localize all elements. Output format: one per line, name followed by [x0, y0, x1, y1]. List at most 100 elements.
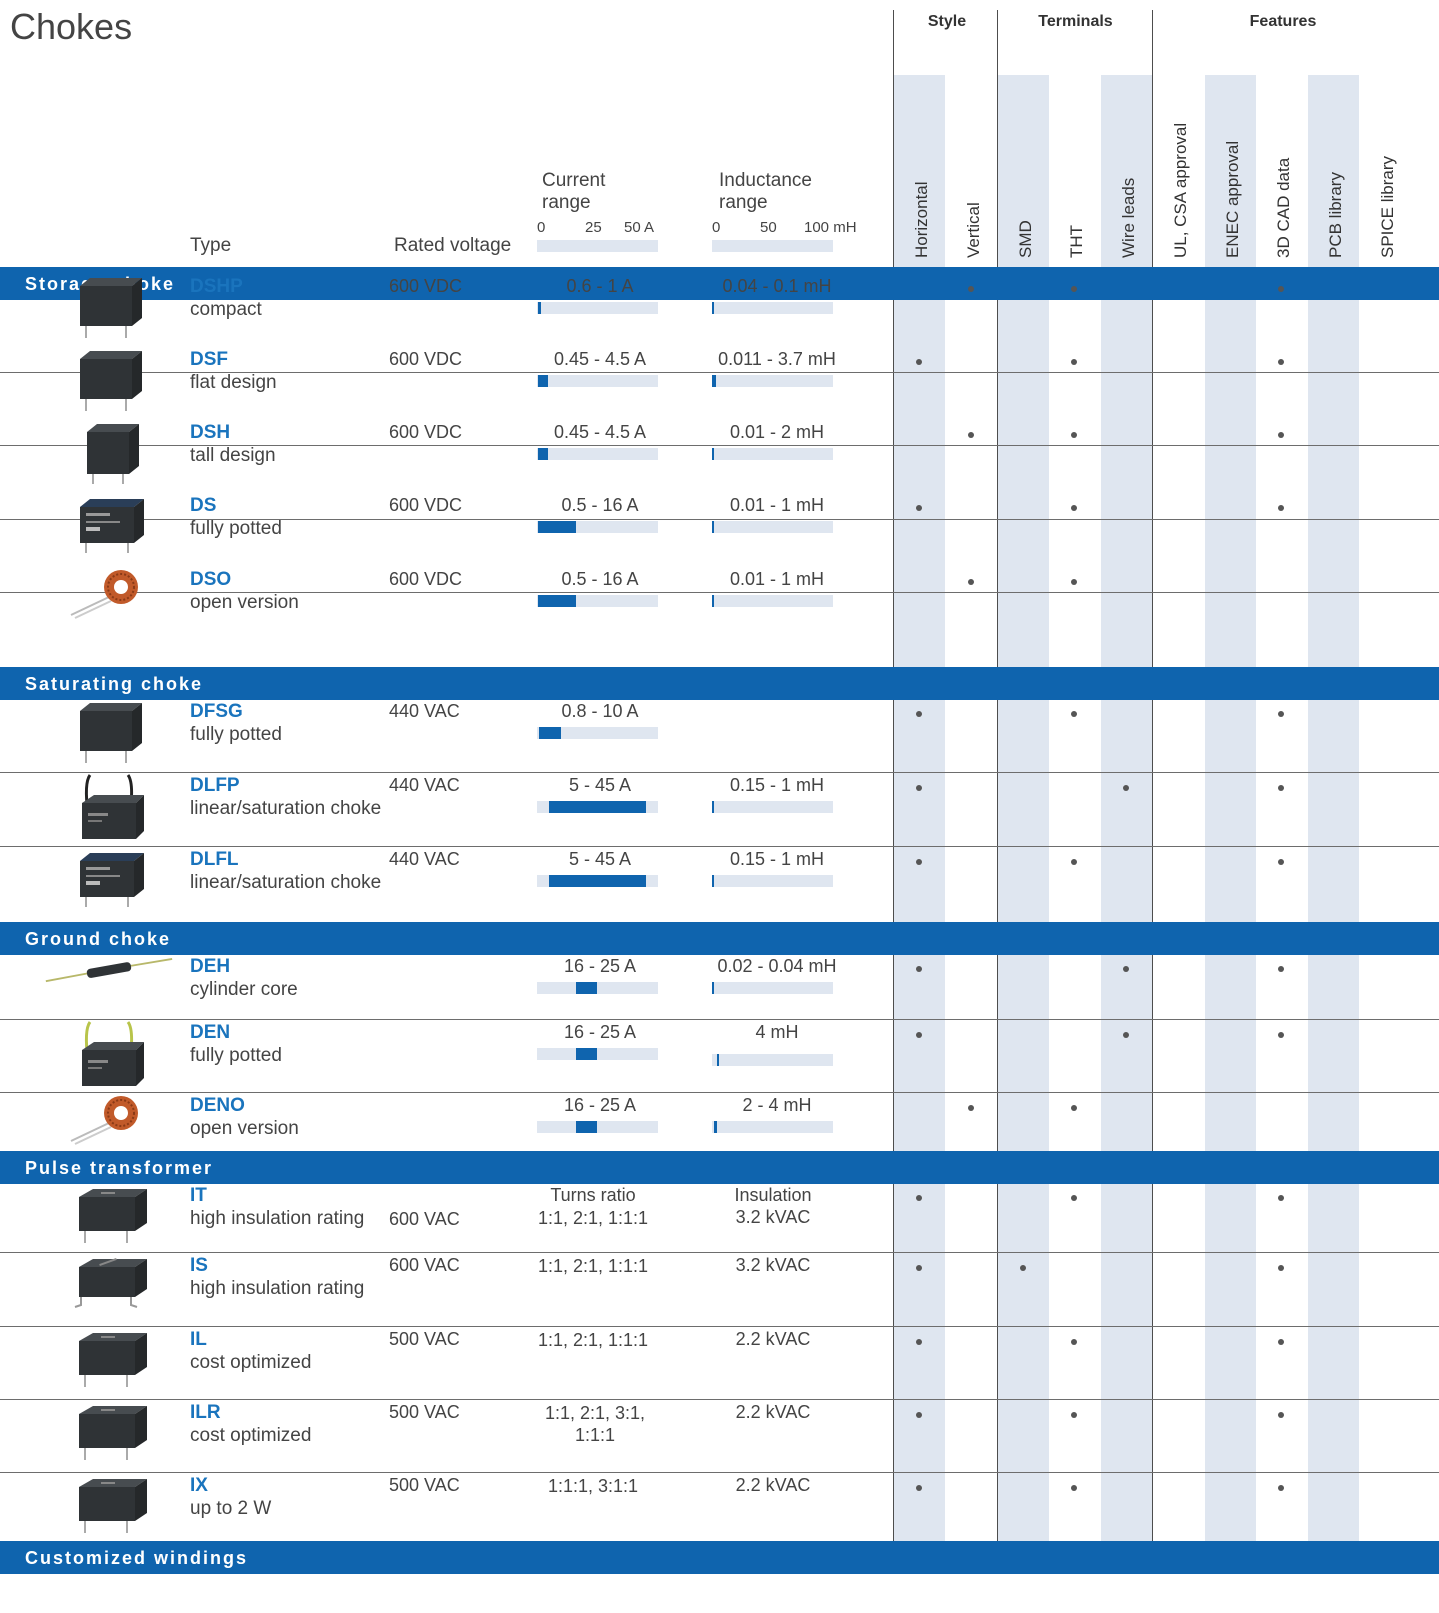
- row-it-insulation: 3.2 kVAC: [735, 1207, 811, 1227]
- row-ix-insulation: 2.2 kVAC: [735, 1475, 811, 1495]
- row-deno-current-bar: [537, 1121, 658, 1133]
- group-style: Style: [927, 13, 967, 30]
- row-ilr-feature-dot-horizontal: [915, 1412, 922, 1418]
- row-den-inductance-range: 4 mH: [755, 1022, 799, 1042]
- row-deno-description: open version: [190, 1118, 299, 1139]
- row-divider: [0, 772, 1439, 773]
- current-tick-25: 25: [585, 219, 602, 236]
- row-dfsg-code[interactable]: DFSG: [190, 701, 243, 723]
- product-image-dsh: [44, 420, 174, 490]
- row-deh-code[interactable]: DEH: [190, 956, 230, 978]
- row-il-turns-ratio: 1:1, 2:1, 1:1:1: [537, 1330, 649, 1350]
- current-bar-fill: [538, 727, 562, 739]
- row-ilr-turns-ratio: 1:1, 2:1, 3:1, 1:1:1: [544, 1403, 646, 1445]
- row-dso-description: open version: [190, 592, 299, 613]
- row-deno-inductance-bar: [712, 1121, 833, 1133]
- row-il-feature-dot-horizontal: [915, 1339, 922, 1345]
- row-dso-code[interactable]: DSO: [190, 569, 231, 591]
- current-scale-bar: [537, 240, 658, 252]
- product-image-ix: [44, 1473, 174, 1537]
- current-bar-fill: [538, 595, 576, 607]
- column-header-spice-library: SPICE library: [1378, 155, 1397, 258]
- row-it-code[interactable]: IT: [190, 1185, 207, 1207]
- row-ds-rated-voltage: 600 VDC: [389, 495, 463, 515]
- row-is-code[interactable]: IS: [190, 1255, 208, 1277]
- row-ds-inductance-bar: [712, 521, 833, 533]
- row-deh-feature-dot-horizontal: [915, 966, 922, 972]
- row-ds-current-range: 0.5 - 16 A: [561, 495, 639, 515]
- current-bar-fill: [538, 375, 548, 387]
- row-it-turns-ratio-label: Turns ratio: [550, 1185, 636, 1205]
- section-header-ground-choke: Ground choke: [0, 922, 1439, 955]
- product-image-il: [44, 1327, 174, 1396]
- current-bar-fill: [575, 1048, 598, 1060]
- section-title: Pulse transformer: [25, 1158, 214, 1178]
- row-is-description: high insulation rating: [190, 1278, 365, 1299]
- current-tick-0: 0: [537, 219, 546, 236]
- row-is-feature-dot-3d-cad-data: [1277, 1265, 1284, 1271]
- row-dshp-code[interactable]: DSHP: [190, 276, 243, 298]
- row-divider: [0, 1092, 1439, 1093]
- row-dsf-code[interactable]: DSF: [190, 349, 228, 371]
- row-dsf-feature-dot-horizontal: [915, 359, 922, 365]
- row-dlfl-code[interactable]: DLFL: [190, 849, 239, 871]
- row-dlfl-rated-voltage: 440 VAC: [389, 849, 460, 869]
- row-den-feature-dot-horizontal: [915, 1032, 922, 1038]
- row-den-current-bar: [537, 1048, 658, 1060]
- row-dsh-feature-dot-tht: [1070, 432, 1077, 438]
- row-ix-code[interactable]: IX: [190, 1475, 208, 1497]
- row-den-description: fully potted: [190, 1045, 282, 1066]
- row-dsf-inductance-range: 0.011 - 3.7 mH: [718, 349, 836, 369]
- row-dsf-current-range: 0.45 - 4.5 A: [553, 349, 647, 369]
- row-ix-turns-ratio: 1:1:1, 3:1:1: [547, 1476, 639, 1496]
- row-dso-current-bar: [537, 595, 658, 607]
- row-dshp-inductance-bar: [712, 302, 833, 314]
- product-image-dlfl: [44, 847, 174, 917]
- row-dlfp-description: linear/saturation choke: [190, 798, 382, 819]
- row-dlfp-current-range: 5 - 45 A: [568, 775, 632, 795]
- row-dso-current-range: 0.5 - 16 A: [561, 569, 639, 589]
- section-title: Customized windings: [25, 1548, 249, 1568]
- row-deno-code[interactable]: DENO: [190, 1095, 245, 1117]
- row-is-feature-dot-horizontal: [915, 1265, 922, 1271]
- row-deh-feature-dot-wire-leads: [1122, 966, 1129, 972]
- product-image-is: [44, 1253, 174, 1323]
- row-il-insulation: 2.2 kVAC: [735, 1329, 811, 1349]
- inductance-bar-fill: [712, 595, 714, 607]
- row-deh-inductance-bar: [712, 982, 833, 994]
- inductance-bar-fill: [712, 448, 715, 460]
- row-ds-description: fully potted: [190, 518, 282, 539]
- row-deh-current-range: 16 - 25 A: [563, 956, 637, 976]
- row-dfsg-feature-dot-horizontal: [915, 711, 922, 717]
- inductance-bar-fill: [712, 302, 715, 314]
- header-type: Type: [190, 235, 232, 256]
- row-ix-feature-dot-3d-cad-data: [1277, 1485, 1284, 1491]
- row-il-code[interactable]: IL: [190, 1329, 207, 1351]
- row-ds-code[interactable]: DS: [190, 495, 216, 517]
- row-ilr-code[interactable]: ILR: [190, 1402, 221, 1424]
- row-it-rated-voltage: 600 VAC: [389, 1209, 460, 1229]
- row-den-code[interactable]: DEN: [190, 1022, 230, 1044]
- row-ilr-description: cost optimized: [190, 1425, 312, 1446]
- row-deno-feature-dot-vertical: [967, 1105, 974, 1111]
- inductance-bar-fill: [712, 875, 715, 887]
- row-dlfp-feature-dot-wire-leads: [1122, 785, 1129, 791]
- row-dlfl-inductance-range: 0.15 - 1 mH: [729, 849, 825, 869]
- row-dlfp-code[interactable]: DLFP: [190, 775, 240, 797]
- row-dso-feature-dot-tht: [1070, 579, 1077, 585]
- header-rated-voltage: Rated voltage: [394, 235, 512, 256]
- row-is-insulation: 3.2 kVAC: [735, 1255, 811, 1275]
- product-image-deno: [44, 1093, 174, 1147]
- row-ds-feature-dot-tht: [1070, 505, 1077, 511]
- row-dlfl-current-range: 5 - 45 A: [568, 849, 632, 869]
- product-image-it: [44, 1183, 174, 1249]
- row-ix-feature-dot-horizontal: [915, 1485, 922, 1491]
- row-dsh-code[interactable]: DSH: [190, 422, 230, 444]
- row-den-feature-dot-wire-leads: [1122, 1032, 1129, 1038]
- chokes-table: Chokes Style Terminals Features Type Rat…: [0, 0, 1439, 1613]
- row-ds-feature-dot-horizontal: [915, 505, 922, 511]
- inductance-bar-fill: [714, 1121, 717, 1133]
- row-den-inductance-bar: [712, 1054, 833, 1066]
- row-dso-inductance-bar: [712, 595, 833, 607]
- row-dsf-current-bar: [537, 375, 658, 387]
